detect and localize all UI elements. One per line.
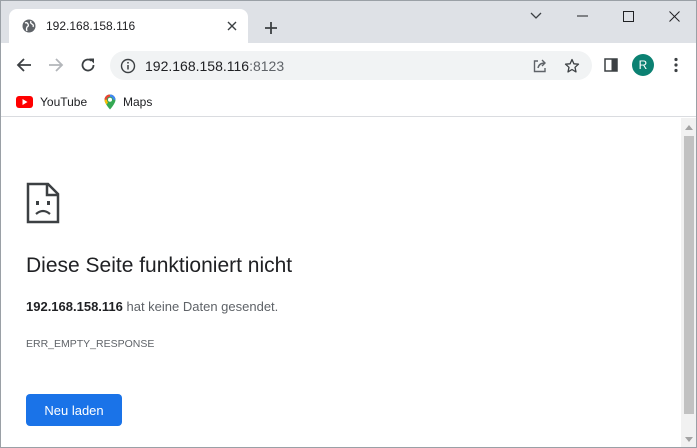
maximize-button[interactable] — [605, 1, 651, 31]
reload-button[interactable] — [74, 51, 102, 79]
tab-active[interactable]: 192.168.158.116 — [9, 9, 248, 43]
toolbar: 192.168.158.116:8123 R — [1, 43, 696, 87]
back-button[interactable] — [10, 51, 38, 79]
bookmark-maps[interactable]: Maps — [104, 91, 152, 113]
plus-icon — [265, 22, 277, 34]
error-description-text: hat keine Daten gesendet. — [122, 299, 279, 314]
close-button[interactable] — [651, 1, 696, 31]
minimize-icon — [576, 15, 588, 17]
reload-icon — [81, 58, 95, 72]
scroll-up-icon[interactable] — [681, 119, 696, 135]
error-description: 192.168.158.116 hat keine Daten gesendet… — [26, 299, 278, 314]
kebab-menu-icon — [674, 57, 678, 73]
info-icon[interactable] — [120, 58, 136, 74]
close-icon — [668, 10, 680, 22]
menu-button[interactable] — [662, 51, 690, 79]
bookmark-label: Maps — [123, 95, 153, 109]
new-tab-button[interactable] — [259, 16, 283, 40]
browser-window: 192.168.158.116 192.168.158.116:8123 R Y… — [0, 0, 697, 448]
scrollbar-thumb[interactable] — [684, 136, 694, 414]
sad-page-icon — [26, 182, 60, 224]
error-host: 192.168.158.116 — [26, 299, 123, 314]
avatar[interactable]: R — [632, 54, 654, 76]
bookmark-label: YouTube — [40, 95, 88, 109]
star-icon[interactable] — [562, 56, 582, 76]
globe-icon — [21, 18, 37, 34]
error-page: Diese Seite funktioniert nicht 192.168.1… — [1, 118, 681, 447]
arrow-left-icon — [16, 58, 31, 72]
tab-strip: 192.168.158.116 — [1, 1, 696, 43]
maps-icon — [104, 94, 116, 110]
forward-button[interactable] — [42, 51, 70, 79]
scroll-down-icon[interactable] — [681, 431, 696, 447]
maximize-icon — [622, 10, 634, 22]
address-bar[interactable]: 192.168.158.116:8123 — [110, 51, 592, 80]
tab-close-icon[interactable] — [224, 18, 240, 34]
bookmark-youtube[interactable]: YouTube — [16, 91, 87, 113]
tab-search-button[interactable] — [513, 1, 559, 31]
vertical-scrollbar[interactable] — [681, 118, 696, 447]
error-heading: Diese Seite funktioniert nicht — [26, 254, 293, 277]
url-text[interactable]: 192.168.158.116:8123 — [145, 58, 530, 74]
error-code: ERR_EMPTY_RESPONSE — [26, 338, 155, 350]
url-host: 192.168.158.116 — [145, 57, 250, 74]
url-port: :8123 — [249, 57, 285, 74]
share-icon[interactable] — [530, 56, 550, 76]
minimize-button[interactable] — [559, 1, 605, 31]
side-panel-icon — [604, 58, 618, 72]
bookmarks-bar: YouTube Maps — [1, 87, 696, 117]
chevron-down-icon — [530, 12, 542, 19]
side-panel-button[interactable] — [597, 51, 625, 79]
youtube-icon — [16, 96, 33, 108]
arrow-right-icon — [49, 58, 64, 72]
reload-page-button[interactable]: Neu laden — [26, 394, 122, 426]
tab-title: 192.168.158.116 — [46, 19, 136, 33]
